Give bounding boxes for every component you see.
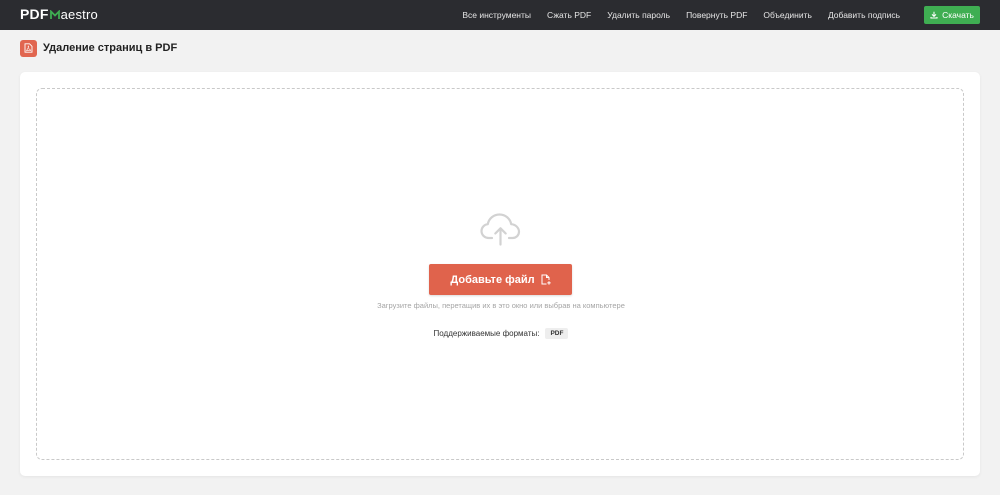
add-file-button-label: Добавьте файл — [450, 273, 535, 286]
cloud-upload-icon — [480, 213, 521, 246]
download-icon — [930, 11, 938, 19]
nav-all-tools[interactable]: Все инструменты — [454, 10, 539, 20]
page-title-row: Удаление страниц в PDF — [20, 39, 177, 57]
upload-hint-text: Загрузите файлы, перетащив их в это окно… — [377, 301, 625, 310]
add-file-button[interactable]: Добавьте файл — [429, 264, 572, 295]
top-navigation-bar: PDF aestro Все инструменты Сжать PDF Уда… — [0, 0, 1000, 30]
nav-rotate-pdf[interactable]: Повернуть PDF — [678, 10, 755, 20]
supported-formats-label: Поддерживаемые форматы: — [433, 329, 540, 338]
download-button-label: Скачать — [942, 10, 974, 20]
m-logo-icon — [49, 7, 60, 20]
file-add-icon — [541, 274, 551, 285]
nav-merge[interactable]: Объединить — [755, 10, 820, 20]
download-button[interactable]: Скачать — [924, 6, 980, 24]
pdf-file-icon — [20, 39, 37, 57]
nav-add-signature[interactable]: Добавить подпись — [820, 10, 908, 20]
upload-card: Добавьте файл Загрузите файлы, перетащив… — [20, 72, 980, 476]
nav-remove-password[interactable]: Удалить пароль — [599, 10, 678, 20]
page-title: Удаление страниц в PDF — [43, 42, 178, 54]
nav-compress-pdf[interactable]: Сжать PDF — [539, 10, 599, 20]
logo[interactable]: PDF aestro — [20, 6, 98, 22]
file-dropzone[interactable]: Добавьте файл Загрузите файлы, перетащив… — [36, 88, 964, 460]
logo-text-rest: aestro — [60, 7, 98, 22]
supported-formats: Поддерживаемые форматы: PDF — [37, 328, 965, 339]
logo-text-pdf: PDF — [20, 6, 49, 22]
format-badge-pdf: PDF — [545, 328, 569, 339]
main-nav: Все инструменты Сжать PDF Удалить пароль… — [454, 0, 908, 30]
